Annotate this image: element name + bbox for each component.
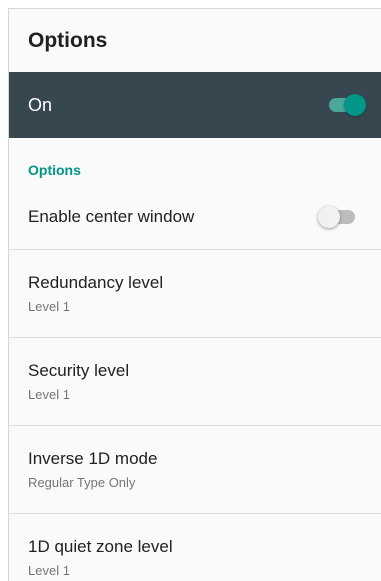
- preference-title: Redundancy level: [28, 273, 164, 292]
- enable-center-window-label: Enable center window: [28, 206, 195, 226]
- master-switch-bar[interactable]: On: [9, 72, 381, 138]
- inverse-1d-mode-item[interactable]: Inverse 1D mode Regular Type Only: [9, 426, 381, 514]
- preference-title: Security level: [28, 361, 130, 380]
- app-bar: Options: [9, 9, 381, 72]
- master-switch-label: On: [28, 94, 53, 115]
- redundancy-level-item[interactable]: Redundancy level Level 1: [9, 250, 381, 338]
- switch-thumb: [344, 94, 366, 116]
- master-toggle-switch[interactable]: [327, 93, 366, 117]
- page-title: Options: [28, 28, 108, 52]
- enable-center-window-switch[interactable]: [318, 205, 357, 229]
- security-level-item[interactable]: Security level Level 1: [9, 338, 381, 426]
- 1d-quiet-zone-level-item[interactable]: 1D quiet zone level Level 1: [9, 514, 381, 581]
- preference-title: 1D quiet zone level: [28, 537, 173, 556]
- preference-title: Inverse 1D mode: [28, 449, 158, 468]
- settings-screen: Options On Options Enable center window …: [8, 8, 381, 581]
- switch-thumb: [318, 205, 340, 228]
- preference-summary: Regular Type Only: [28, 475, 136, 490]
- preference-summary: Level 1: [28, 387, 70, 402]
- preference-summary: Level 1: [28, 563, 70, 578]
- category-header-options: Options: [28, 162, 81, 178]
- enable-center-window-row[interactable]: Enable center window: [9, 184, 381, 250]
- preference-summary: Level 1: [28, 299, 70, 314]
